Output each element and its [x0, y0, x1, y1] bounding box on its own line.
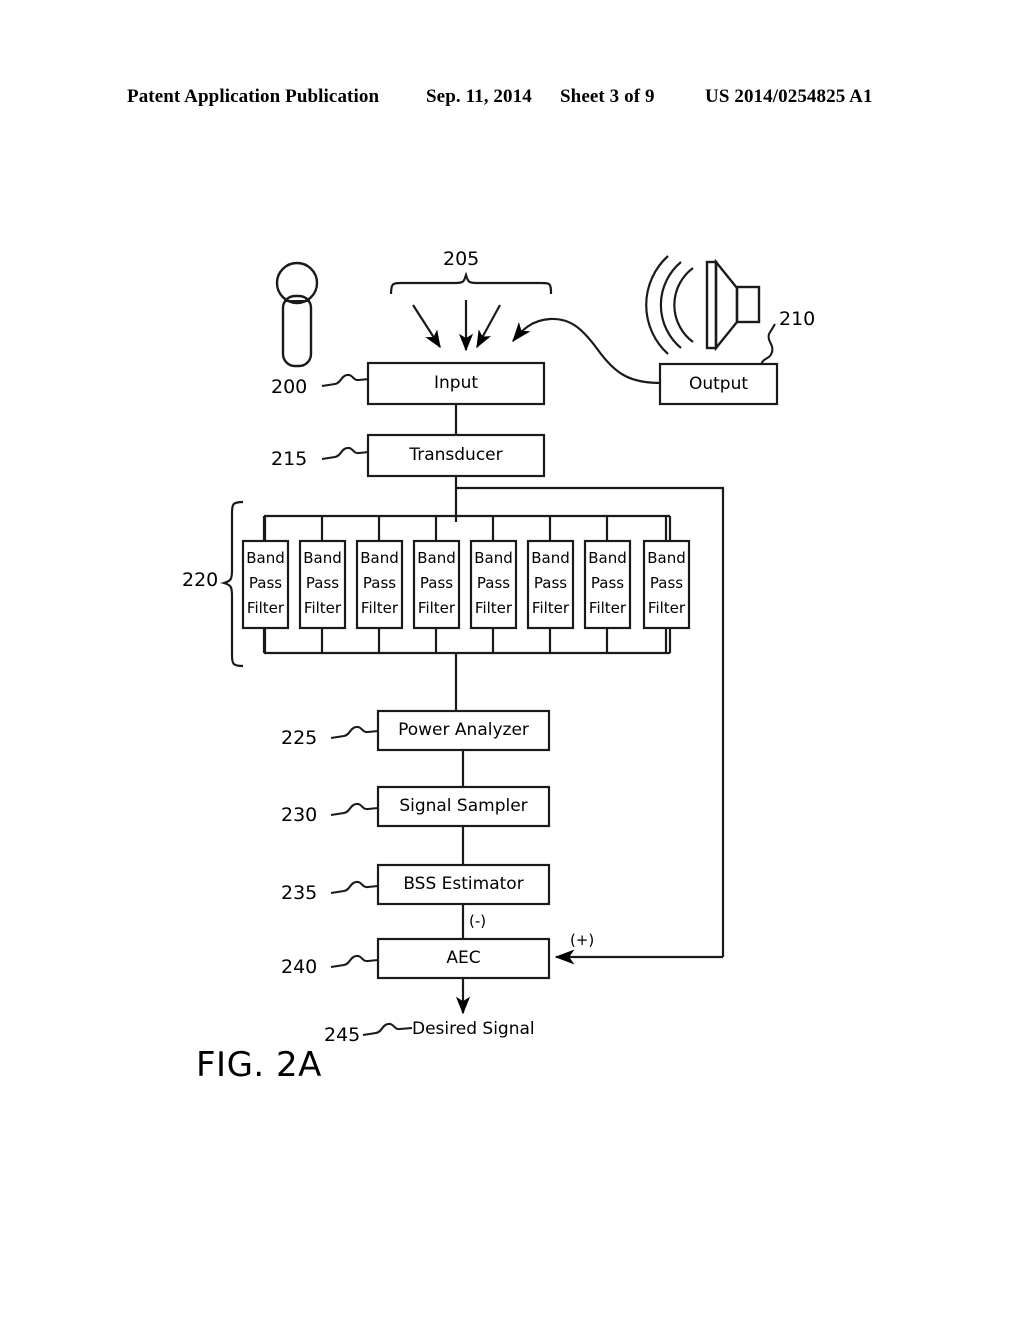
leader-230	[330, 802, 379, 817]
filter-line-filter: Filter	[360, 599, 399, 617]
echo-path-arrow	[512, 317, 661, 385]
loudspeaker-icon	[645, 255, 761, 355]
ref-num-225: 225	[281, 727, 318, 749]
ref-num-245: 245	[324, 1024, 361, 1046]
filter-line-pass: Pass	[362, 574, 397, 592]
leader-245	[362, 1022, 413, 1037]
ref-num-240: 240	[281, 956, 318, 978]
leader-225	[330, 725, 379, 740]
ref-num-220: 220	[182, 569, 219, 591]
filter-line-band: Band	[588, 549, 627, 567]
acoustic-input-arrows	[412, 300, 501, 352]
patent-figure-2a: 205 200 210 215 220 225 230 235 240 245 …	[0, 0, 1024, 1320]
microphone-icon	[275, 261, 319, 368]
filter-line-pass: Pass	[248, 574, 283, 592]
block-label-transducer: Transducer	[409, 445, 503, 465]
leader-235	[330, 880, 379, 895]
filter-line-pass: Pass	[590, 574, 625, 592]
ref-num-235: 235	[281, 882, 318, 904]
filter-line-pass: Pass	[649, 574, 684, 592]
ref-num-200: 200	[271, 376, 308, 398]
ref-num-210: 210	[779, 308, 816, 330]
filter-line-band: Band	[474, 549, 513, 567]
leader-210	[759, 323, 776, 366]
figure-title: FIG. 2A	[196, 1045, 322, 1085]
filter-line-filter: Filter	[246, 599, 285, 617]
block-label-signal-sampler: Signal Sampler	[399, 796, 528, 816]
filter-line-pass: Pass	[533, 574, 568, 592]
filter-line-pass: Pass	[305, 574, 340, 592]
filter-line-filter: Filter	[417, 599, 456, 617]
block-label-bss-estimator: BSS Estimator	[403, 874, 524, 894]
filter-label-1: Band Pass Filter	[243, 546, 288, 621]
filter-label-8: Band Pass Filter	[644, 546, 689, 621]
filter-label-7: Band Pass Filter	[585, 546, 630, 621]
sign-label-positive: (+)	[570, 931, 595, 949]
acoustic-input-brace	[389, 271, 553, 295]
filter-line-filter: Filter	[474, 599, 513, 617]
filter-line-band: Band	[303, 549, 342, 567]
filter-line-band: Band	[417, 549, 456, 567]
filter-line-pass: Pass	[476, 574, 511, 592]
filter-label-5: Band Pass Filter	[471, 546, 516, 621]
filter-bank-brace	[219, 500, 244, 668]
block-label-aec: AEC	[446, 948, 481, 968]
filter-label-4: Band Pass Filter	[414, 546, 459, 621]
block-label-output: Output	[688, 374, 749, 394]
desired-signal-label: Desired Signal	[412, 1019, 535, 1039]
figure-drawing	[219, 255, 779, 1037]
filter-label-2: Band Pass Filter	[300, 546, 345, 621]
filter-line-band: Band	[246, 549, 285, 567]
ref-num-230: 230	[281, 804, 318, 826]
filter-line-band: Band	[647, 549, 686, 567]
ref-num-215: 215	[271, 448, 308, 470]
block-label-input: Input	[433, 373, 479, 393]
block-label-power-analyzer: Power Analyzer	[398, 720, 529, 740]
leader-215	[321, 446, 370, 461]
filter-line-filter: Filter	[647, 599, 686, 617]
leader-200	[321, 373, 370, 388]
filter-label-3: Band Pass Filter	[357, 546, 402, 621]
filter-label-6: Band Pass Filter	[528, 546, 573, 621]
filter-line-band: Band	[531, 549, 570, 567]
filter-line-filter: Filter	[531, 599, 570, 617]
ref-num-205: 205	[443, 248, 480, 270]
filter-line-filter: Filter	[588, 599, 627, 617]
filter-line-filter: Filter	[303, 599, 342, 617]
filter-line-band: Band	[360, 549, 399, 567]
sign-label-negative: (-)	[469, 912, 487, 930]
filter-line-pass: Pass	[419, 574, 454, 592]
leader-240	[330, 954, 379, 969]
